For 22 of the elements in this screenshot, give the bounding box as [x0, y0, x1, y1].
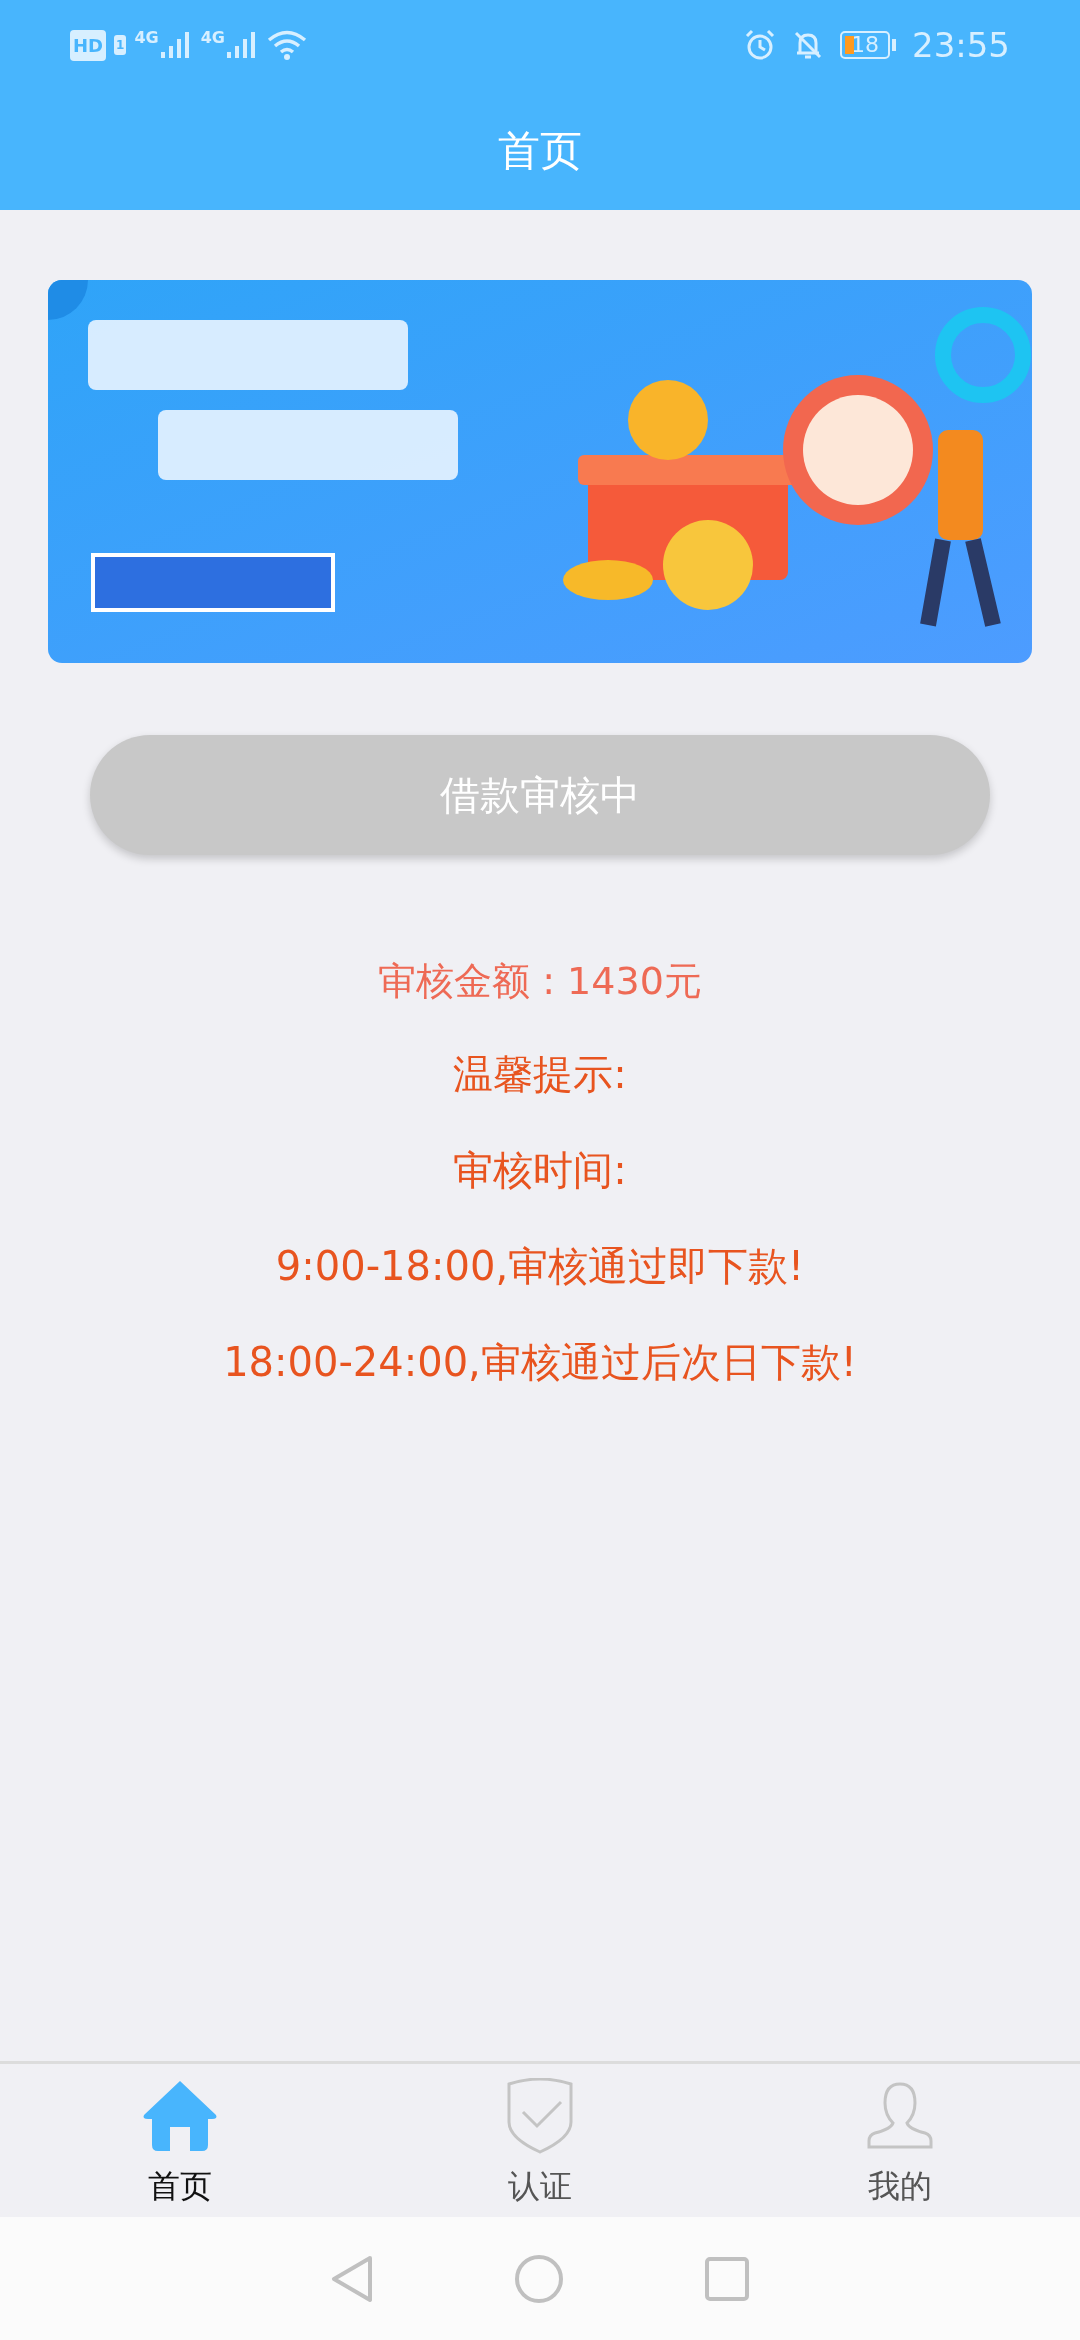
battery-level: 18 — [840, 31, 890, 59]
tip-text: 审核时间: — [453, 1146, 627, 1195]
shield-check-icon — [505, 2076, 575, 2156]
muted-bell-icon — [792, 29, 824, 61]
tab[interactable]: 我的 — [720, 2064, 1080, 2217]
status-time: 23:55 — [912, 23, 1010, 67]
alarm-icon — [744, 29, 776, 61]
wifi-icon — [266, 29, 307, 61]
tab[interactable]: 认证 — [360, 2064, 720, 2217]
network-label: 4G — [134, 30, 159, 46]
tab[interactable]: 首页 — [0, 2064, 360, 2217]
home-circle-icon[interactable] — [514, 2253, 564, 2304]
sim-label: 1 — [114, 35, 127, 55]
back-icon[interactable] — [330, 2253, 374, 2304]
recent-apps-icon[interactable] — [704, 2255, 750, 2302]
hd-label: HD — [70, 29, 106, 61]
network-label: 4G — [200, 30, 225, 46]
tip-text: 温馨提示: — [453, 1050, 627, 1099]
page-title: 首页 — [498, 124, 582, 177]
review-amount: 审核金额 : 1430元 — [378, 958, 702, 1005]
tip-text: 9:00-18:00,审核通过即下款! — [275, 1242, 805, 1291]
tip-text: 18:00-24:00,审核通过后次日下款! — [223, 1338, 857, 1387]
